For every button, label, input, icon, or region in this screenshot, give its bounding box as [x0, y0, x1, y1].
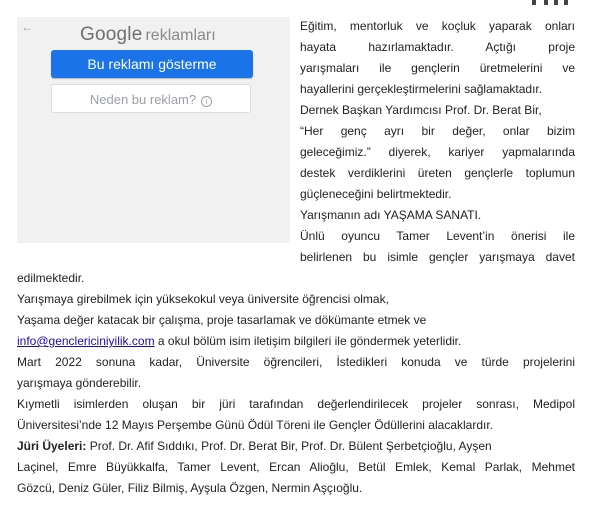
article-line: Yaşama değer katacak bir çalışma, proje …	[17, 313, 427, 327]
article-line: geleceğimiz.” diyerek, kariyer yapmaları…	[300, 145, 575, 159]
article-line: yarışmaya gönderebilir.	[17, 376, 142, 390]
jury-line: Laçinel, Emre Büyükkalfa, Tamer Levent, …	[17, 460, 575, 474]
article-line: Üniversitesi’nde 12 Mayıs Perşembe Günü …	[17, 418, 493, 432]
article-line: hayallerini gerçekleştirmelerini sağlama…	[300, 82, 543, 96]
article-line: Eğitim, mentorluk ve koçluk yaparak onla…	[300, 19, 575, 33]
article-line: Mart 2022 sonuna kadar, Üniversite öğren…	[17, 355, 575, 369]
article-line: hayata hazırlamaktadır. Açtığı proje	[300, 40, 575, 54]
article-line: güçleneceğini belirtmektedir.	[300, 187, 452, 201]
article-line: Yarışmaya girebilmek için yüksekokul vey…	[17, 292, 389, 306]
article-line: Yarışmanın adı YAŞAMA SANATI.	[300, 208, 482, 222]
article-line: Dernek Başkan Yardımcısı Prof. Dr. Berat…	[300, 103, 542, 117]
article-line: edilmektedir.	[17, 271, 85, 285]
article-body: Eğitim, mentorluk ve koçluk yaparak onla…	[0, 0, 592, 511]
jury-line: Gözcü, Deniz Güler, Filiz Bilmiş, Ayşula…	[17, 481, 363, 495]
email-line-text: a okul bölüm isim iletişim bilgileri ile…	[154, 334, 462, 348]
email-link[interactable]: info@genclericiniyilik.com	[17, 334, 155, 348]
jury-line: Jüri Üyeleri: Prof. Dr. Afif Sıddıkı, Pr…	[17, 436, 575, 457]
jury-names: Prof. Dr. Afif Sıddıkı, Prof. Dr. Berat …	[86, 439, 492, 453]
article-line: “Her genç ayrı bir değer, onlar bizim	[300, 124, 575, 138]
article-line: yarışmaları ile gençlerin üretmelerini v…	[300, 61, 575, 75]
jury-label: Jüri Üyeleri:	[17, 439, 87, 453]
article-line: destek verdiklerini üreten gençlerle top…	[300, 166, 575, 180]
article-line: Ünlü oyuncu Tamer Levent’in önerisi ile	[300, 229, 575, 243]
article-line: info@genclericiniyilik.com a okul bölüm …	[17, 331, 575, 352]
article-line: Kıymetli isimlerden oluşan bir jüri tara…	[17, 397, 575, 411]
article-line: belirlenen bu isimle gençler yarışmaya d…	[300, 250, 575, 264]
